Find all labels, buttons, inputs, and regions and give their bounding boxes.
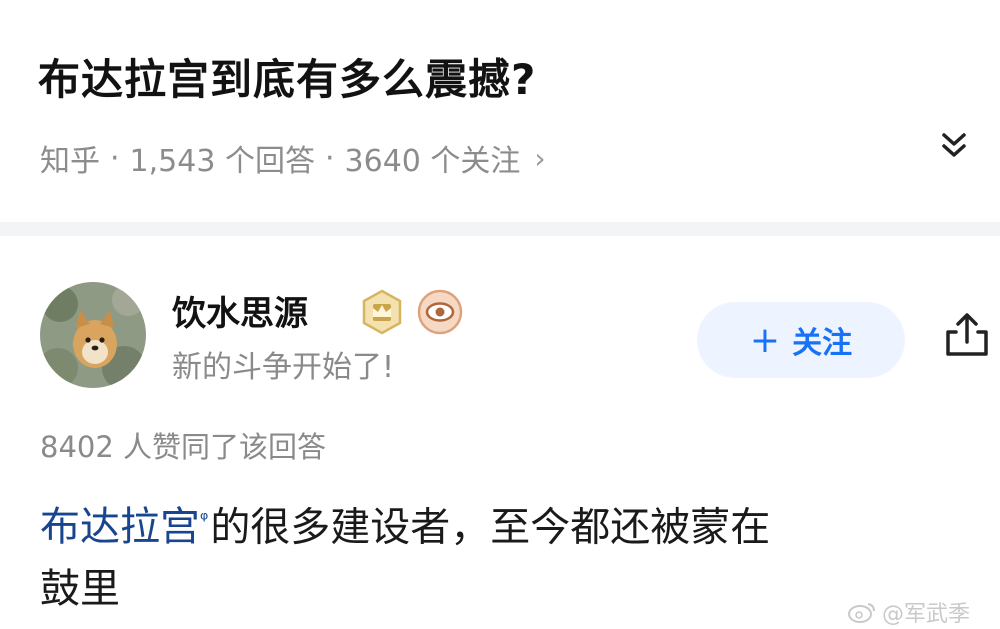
- eye-badge-icon[interactable]: [416, 288, 464, 336]
- meta-separator: ·: [110, 140, 120, 176]
- section-divider: [0, 222, 1000, 236]
- expand-button[interactable]: [932, 124, 976, 168]
- keyword-link-text: 布达拉宫: [40, 504, 200, 551]
- avatar[interactable]: [40, 282, 146, 388]
- question-meta[interactable]: 知乎 · 1,543 个回答 · 3640 个关注 ›: [40, 136, 546, 180]
- vote-count: 8402 人赞同了该回答: [40, 430, 327, 464]
- avatar-image: [40, 282, 146, 388]
- crown-badge-icon[interactable]: [358, 288, 406, 336]
- followers-count: 3640 个关注: [344, 144, 521, 179]
- keyword-link[interactable]: 布达拉宫ᵠ: [40, 504, 210, 550]
- answers-count: 1,543 个回答: [129, 144, 315, 179]
- search-icon: ᵠ: [200, 507, 209, 531]
- question-title[interactable]: 布达拉宫到底有多么震撼?: [38, 46, 536, 107]
- author-bio: 新的斗争开始了!: [172, 350, 395, 385]
- author-name[interactable]: 饮水思源: [172, 286, 308, 335]
- follow-button[interactable]: + 关注: [697, 302, 905, 378]
- watermark: @军武季: [848, 596, 970, 628]
- answer-body[interactable]: 布达拉宫ᵠ的很多建设者，至今都还被蒙在 鼓里: [40, 488, 970, 620]
- share-button[interactable]: [940, 308, 994, 362]
- watermark-text: @军武季: [882, 602, 971, 627]
- chevron-right-icon: ›: [534, 141, 546, 175]
- meta-separator: ·: [324, 140, 335, 176]
- source-label: 知乎: [40, 144, 100, 179]
- answer-body-line1: 的很多建设者，至今都还被蒙在: [210, 504, 771, 551]
- share-icon: [946, 313, 988, 356]
- answer-card: 饮水思源 新的斗争开始了! + 关注 8402 人赞同了该回答 布达拉宫ᵠ的很多…: [0, 236, 1000, 629]
- plus-icon: +: [749, 319, 781, 361]
- weibo-icon: [848, 603, 875, 623]
- double-chevron-down-icon: [942, 133, 966, 157]
- answer-body-line2: 鼓里: [40, 566, 120, 613]
- follow-button-label: 关注: [792, 326, 853, 361]
- question-card: 布达拉宫到底有多么震撼? 知乎 · 1,543 个回答 · 3640 个关注 ›: [0, 0, 1000, 222]
